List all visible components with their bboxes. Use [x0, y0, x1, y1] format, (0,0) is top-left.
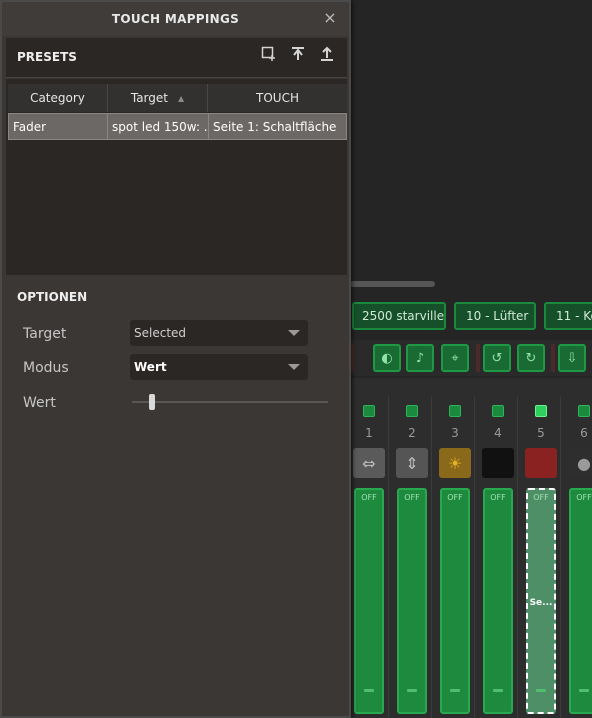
fader-knob[interactable] [407, 689, 417, 692]
mute-audio-icon[interactable]: ◐ [373, 344, 401, 372]
channel-led[interactable] [578, 405, 590, 417]
channel-divider [474, 396, 475, 718]
channel-number: 5 [537, 426, 545, 440]
close-icon[interactable]: × [321, 8, 339, 28]
fader-selected-label: Se... [529, 598, 553, 608]
fader[interactable]: OFF [354, 488, 384, 714]
import-icon[interactable]: ⇩ [558, 344, 586, 372]
preset-button-label: 10 - Lüfter [466, 309, 529, 323]
column-header-label: Target [130, 91, 168, 105]
fader-label: OFF [447, 493, 463, 502]
fader-knob[interactable] [579, 689, 589, 692]
mappings-table: Category Target ▲ TOUCH Fader spot led 15… [6, 79, 347, 275]
options-title: OPTIONEN [17, 290, 88, 304]
wert-label: Wert [23, 395, 56, 411]
fader[interactable]: OFF [440, 488, 470, 714]
dialog-title: TOUCH MAPPINGS [2, 2, 349, 36]
add-preset-icon[interactable] [258, 46, 280, 68]
solo-icon[interactable]: ♪ [406, 344, 434, 372]
fader-label: OFF [533, 493, 549, 502]
column-header-label: TOUCH [256, 91, 299, 105]
fader-label: OFF [361, 493, 377, 502]
touch-mappings-dialog: TOUCH MAPPINGS × PRESETS Category Target… [0, 0, 351, 718]
channel-number: 3 [451, 426, 459, 440]
modus-label: Modus [23, 360, 69, 376]
channel-divider [431, 396, 432, 718]
presets-title: PRESETS [17, 50, 77, 64]
presets-section-header: PRESETS [6, 38, 347, 78]
channel-number: 6 [580, 426, 588, 440]
channel-number: 1 [365, 426, 373, 440]
gray-circle-icon[interactable]: ● [568, 448, 592, 478]
preset-button-label: 11 - Ko [556, 309, 592, 323]
preset-button-starville[interactable]: 2500 starville [352, 302, 446, 330]
cell-target: spot led 150w: ... [108, 114, 209, 139]
focus-icon[interactable]: ⌖ [441, 344, 469, 372]
preset-button-label: 2500 starville [362, 309, 445, 323]
modus-select-value: Wert [134, 360, 167, 374]
wert-slider-track[interactable] [132, 401, 328, 403]
app-stage: 2500 starville 10 - Lüfter 11 - Ko ◐ ♪ ⌖… [0, 0, 592, 718]
channel-led[interactable] [363, 405, 375, 417]
target-select[interactable]: Selected [130, 320, 308, 346]
fader-knob[interactable] [450, 689, 460, 692]
chevron-down-icon [288, 330, 300, 336]
channel-led[interactable] [535, 405, 547, 417]
column-header-category[interactable]: Category [8, 84, 108, 112]
horizontal-scrollbar[interactable] [350, 281, 435, 287]
preset-button-luefter[interactable]: 10 - Lüfter [454, 302, 536, 330]
column-header-touch[interactable]: TOUCH [208, 84, 347, 112]
reset-selected-icon[interactable]: ↻ [517, 344, 545, 372]
column-header-target[interactable]: Target ▲ [108, 84, 208, 112]
modus-select[interactable]: Wert [130, 354, 308, 380]
channel-divider [517, 396, 518, 718]
cell-touch: Seite 1: Schaltfläche [213, 119, 337, 134]
channel-number: 4 [494, 426, 502, 440]
fader-selected[interactable]: OFF Se... [526, 488, 556, 714]
fader-label: OFF [576, 493, 592, 502]
target-select-value: Selected [134, 326, 187, 340]
fader-knob[interactable] [364, 689, 374, 692]
red-swatch-icon[interactable] [525, 448, 557, 478]
column-header-label: Category [30, 91, 85, 105]
toolbar-separator [551, 344, 555, 372]
toolbar-separator [476, 344, 480, 372]
fader[interactable]: OFF [483, 488, 513, 714]
cell-category: Fader [9, 114, 108, 139]
channel-led[interactable] [449, 405, 461, 417]
sun-icon[interactable]: ☀ [439, 448, 471, 478]
channel-led[interactable] [492, 405, 504, 417]
reset-all-icon[interactable]: ↺ [483, 344, 511, 372]
fader-label: OFF [490, 493, 506, 502]
wert-slider-thumb[interactable] [148, 394, 155, 410]
preset-button-11[interactable]: 11 - Ko [544, 302, 592, 330]
channel-number: 2 [408, 426, 416, 440]
channel-led[interactable] [406, 405, 418, 417]
fader[interactable]: OFF [569, 488, 592, 714]
channel-divider [560, 396, 561, 718]
channel-divider [388, 396, 389, 718]
target-label: Target [23, 326, 67, 342]
fader[interactable]: OFF [397, 488, 427, 714]
import-preset-icon[interactable] [287, 46, 309, 68]
flood-icon[interactable]: ⇔ [353, 448, 385, 478]
fader-knob[interactable] [493, 689, 503, 692]
fader-knob[interactable] [536, 689, 546, 692]
table-row[interactable]: Fader spot led 150w: ... Seite 1: Schalt… [8, 113, 347, 140]
black-swatch-icon[interactable] [482, 448, 514, 478]
tilt-icon[interactable]: ⇕ [396, 448, 428, 478]
sort-ascending-icon: ▲ [177, 93, 185, 103]
export-preset-icon[interactable] [316, 46, 338, 68]
chevron-down-icon [288, 364, 300, 370]
fader-label: OFF [404, 493, 420, 502]
